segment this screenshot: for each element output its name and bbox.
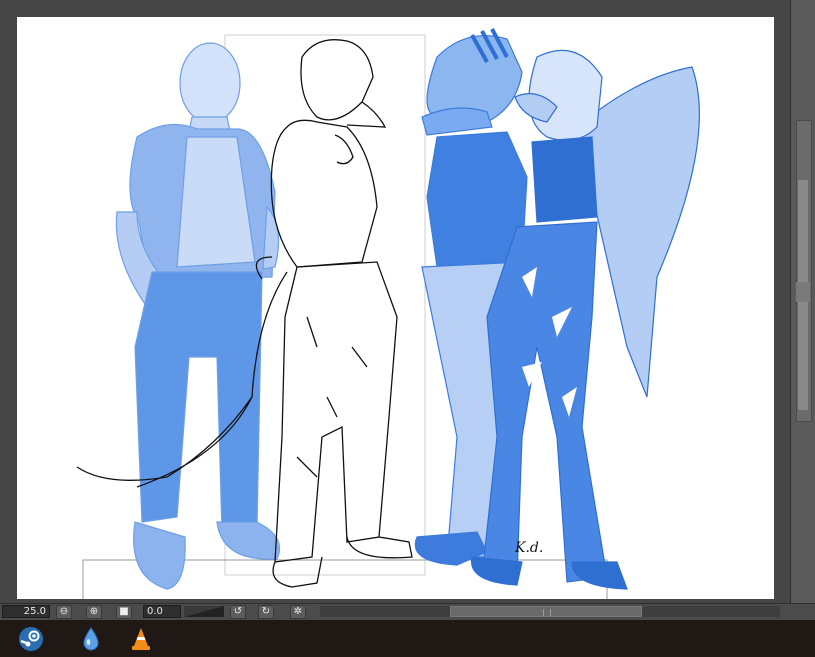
status-bar: 25.0 ⊖ ⊕ ■ 0.0 ↺ ↻ ✲ <box>0 603 815 620</box>
taskbar-app-vlc[interactable] <box>128 626 154 652</box>
scrollbar-grip-icon <box>543 609 551 616</box>
taskbar <box>0 620 815 657</box>
reset-rotation-button[interactable]: ✲ <box>290 605 306 619</box>
zoom-out-button[interactable]: ⊖ <box>56 605 72 619</box>
artist-signature: K.d. <box>514 540 543 556</box>
drawing-canvas[interactable]: K.d. <box>17 17 774 599</box>
zoom-out-icon: ⊖ <box>59 606 69 617</box>
rotation-slider-wedge <box>184 606 224 617</box>
vlc-cone-icon <box>132 628 150 650</box>
artwork: K.d. <box>76 28 700 599</box>
reset-rotation-icon: ✲ <box>293 606 303 617</box>
water-drop-icon <box>83 627 99 651</box>
taskbar-app-steam[interactable] <box>18 626 44 652</box>
zoom-in-icon: ⊕ <box>89 606 99 617</box>
fit-screen-icon: ■ <box>119 606 129 617</box>
zoom-in-button[interactable]: ⊕ <box>86 605 102 619</box>
taskbar-app-drop[interactable] <box>78 626 104 652</box>
rotate-left-button[interactable]: ↺ <box>230 605 246 619</box>
rotate-left-icon: ↺ <box>233 606 243 617</box>
figure-left <box>115 42 281 590</box>
rotation-angle-field[interactable]: 0.0 <box>143 605 181 618</box>
vertical-scrollbar-grip[interactable] <box>796 282 810 302</box>
horizontal-scrollbar-thumb[interactable] <box>450 606 642 617</box>
figure-winged <box>470 49 700 590</box>
fit-screen-button[interactable]: ■ <box>116 605 132 619</box>
right-panel <box>790 0 815 603</box>
steam-icon <box>19 627 43 651</box>
rotate-right-icon: ↻ <box>261 606 271 617</box>
canvas-area[interactable]: K.d. <box>0 0 790 603</box>
rotation-slider[interactable] <box>184 606 224 617</box>
horizontal-scrollbar[interactable] <box>320 606 780 617</box>
rotate-right-button[interactable]: ↻ <box>258 605 274 619</box>
zoom-value-field[interactable]: 25.0 <box>2 605 50 618</box>
